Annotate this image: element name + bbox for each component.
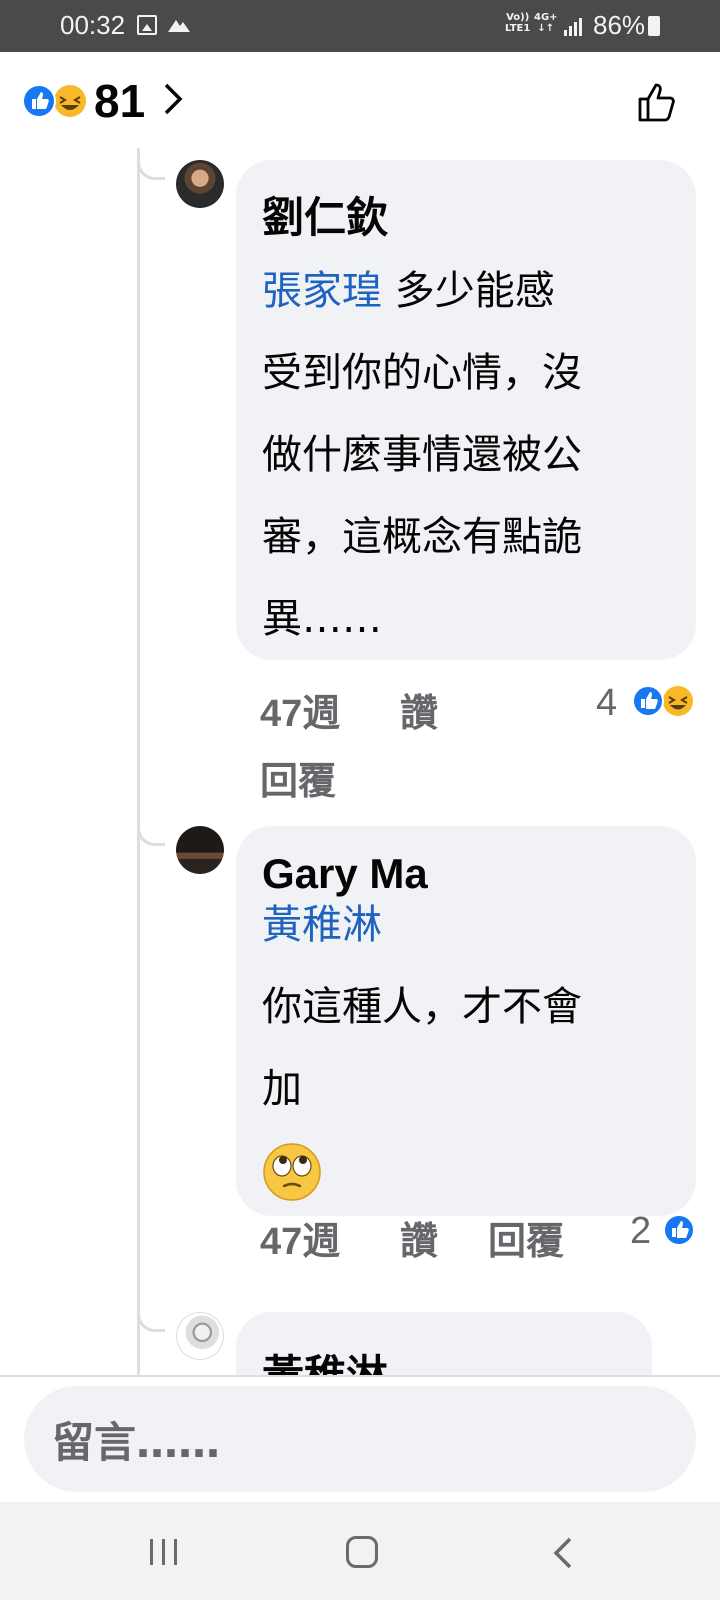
haha-icon xyxy=(663,686,693,716)
face-with-rolling-eyes-icon xyxy=(263,1143,321,1201)
comment-input[interactable]: 留言…… xyxy=(24,1386,696,1492)
like-button[interactable]: 讚 xyxy=(400,1210,438,1265)
status-bar: 00:32 Vo)) LTE1 4G+ ↓↑ 86% xyxy=(0,0,720,52)
reply-button[interactable]: 回覆 xyxy=(260,750,336,805)
home-icon[interactable] xyxy=(346,1536,378,1568)
avatar[interactable] xyxy=(176,826,224,874)
comment-text: 多少能感 xyxy=(394,268,555,314)
avatar[interactable] xyxy=(176,160,224,208)
network-indicator: 4G+ ↓↑ xyxy=(534,12,558,34)
avatar[interactable] xyxy=(176,1312,224,1360)
mention-link[interactable]: 張家瑝 xyxy=(262,268,382,314)
comment-time: 47週 xyxy=(260,693,341,735)
comment-line: 加 xyxy=(262,1066,302,1112)
back-icon[interactable] xyxy=(552,1536,574,1570)
comment-body: 黃稚淋 你這種人，才不會 加 xyxy=(262,884,672,1130)
battery-percent: 86% xyxy=(593,10,646,40)
reply-button[interactable]: 回覆 xyxy=(488,1210,564,1265)
lte-label: LTE1 xyxy=(505,23,531,34)
comment-line: 審，這概念有點詭 xyxy=(262,514,582,560)
comment-reaction-count[interactable]: 2 xyxy=(630,1210,651,1253)
upload-notification-icon xyxy=(168,20,190,32)
comment-line: 做什麼事情還被公 xyxy=(262,432,582,478)
comment-bubble[interactable]: Gary Ma 黃稚淋 你這種人，才不會 加 xyxy=(236,826,696,1216)
mention-link[interactable]: 黃稚淋 xyxy=(262,902,382,948)
volte-label: Vo)) xyxy=(506,12,530,23)
haha-icon xyxy=(54,85,86,117)
comment-line: 你這種人，才不會 xyxy=(262,984,582,1030)
comment-line: 張家瑝 多少能感 xyxy=(262,250,672,332)
thread-branch xyxy=(137,816,165,846)
comment-author[interactable]: 劉仁欽 xyxy=(262,184,388,245)
volte-indicator: Vo)) LTE1 xyxy=(505,12,530,34)
like-icon xyxy=(22,84,56,118)
gallery-notification-icon xyxy=(137,15,157,35)
chevron-right-icon[interactable] xyxy=(162,82,184,116)
reaction-summary-icons[interactable] xyxy=(22,84,88,118)
recent-apps-icon[interactable] xyxy=(148,1537,180,1567)
comment-line: 異…… xyxy=(262,596,382,642)
thread-line xyxy=(137,148,140,1376)
signal-strength-icon xyxy=(564,18,582,36)
comment-bubble[interactable]: 劉仁欽 張家瑝 多少能感 受到你的心情，沒 做什麼事情還被公 審，這概念有點詭 … xyxy=(236,160,696,660)
like-button[interactable]: 讚 xyxy=(400,682,438,737)
battery-charging-icon xyxy=(648,16,660,36)
comment-line: 受到你的心情，沒 xyxy=(262,350,582,396)
like-icon[interactable] xyxy=(662,1213,696,1247)
thread-branch xyxy=(137,1302,165,1332)
status-time: 00:32 xyxy=(60,10,126,40)
like-post-icon[interactable] xyxy=(636,80,680,124)
data-activity-label: ↓↑ xyxy=(537,23,555,34)
network-type-label: 4G+ xyxy=(534,12,558,23)
comment-reaction-icons[interactable] xyxy=(632,684,696,718)
comment-reaction-count[interactable]: 4 xyxy=(596,682,617,725)
thread-branch xyxy=(137,150,165,180)
reaction-count[interactable]: 81 xyxy=(94,74,145,128)
comment-time: 47週 xyxy=(260,1221,341,1263)
comment-body: 張家瑝 多少能感 受到你的心情，沒 做什麼事情還被公 審，這概念有點詭 異…… xyxy=(262,250,672,660)
like-icon xyxy=(632,685,664,717)
